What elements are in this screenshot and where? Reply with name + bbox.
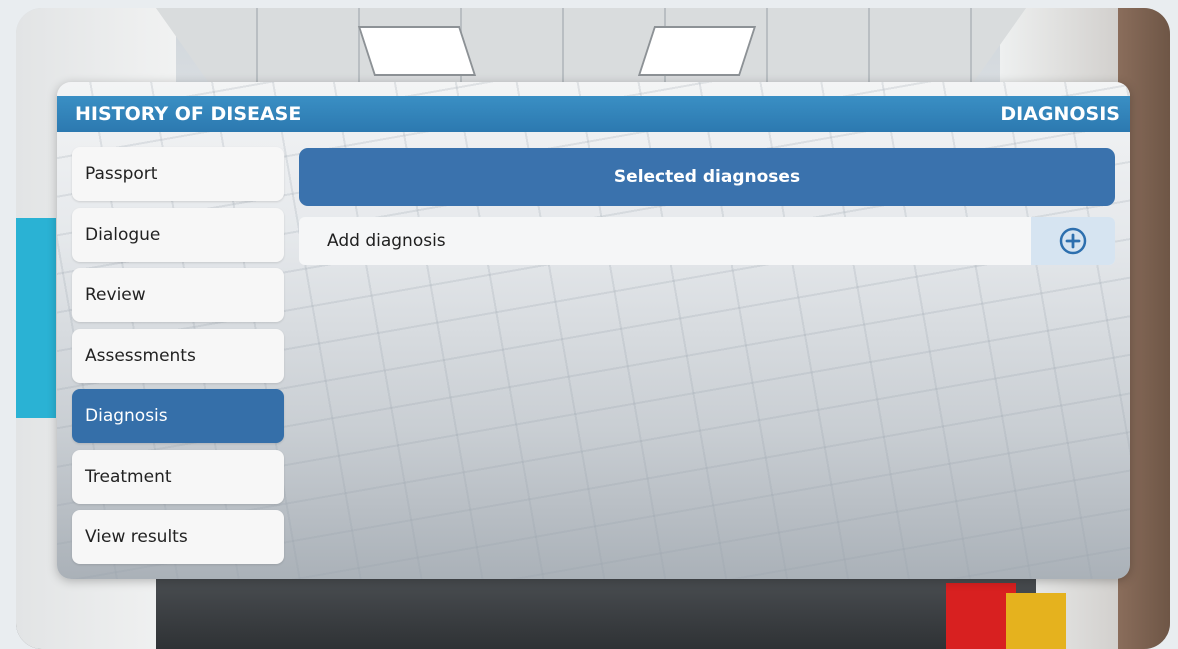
nav-item-label: Review bbox=[85, 285, 146, 305]
nav-item-view-results[interactable]: View results bbox=[72, 510, 284, 564]
side-nav: Passport Dialogue Review Assessments Dia… bbox=[72, 147, 284, 571]
add-diagnosis-label: Add diagnosis bbox=[327, 231, 446, 251]
selected-diagnoses-header: Selected diagnoses bbox=[299, 148, 1115, 206]
history-panel: HISTORY OF DISEASE DIAGNOSIS Passport Di… bbox=[57, 82, 1130, 579]
nav-item-label: Diagnosis bbox=[85, 406, 168, 426]
nav-item-review[interactable]: Review bbox=[72, 268, 284, 322]
plus-circle-icon bbox=[1059, 227, 1087, 255]
nav-item-label: Treatment bbox=[85, 466, 172, 487]
nav-item-diagnosis[interactable]: Diagnosis bbox=[72, 389, 284, 443]
section-title: DIAGNOSIS bbox=[1000, 103, 1120, 125]
panel-title: HISTORY OF DISEASE bbox=[75, 103, 302, 125]
ceiling-light bbox=[637, 26, 757, 76]
add-diagnosis-row[interactable]: Add diagnosis bbox=[299, 217, 1115, 265]
add-diagnosis-button[interactable] bbox=[1031, 217, 1115, 265]
yellow-bin bbox=[1006, 593, 1066, 649]
nav-item-assessments[interactable]: Assessments bbox=[72, 328, 284, 383]
ceiling-light bbox=[357, 26, 477, 76]
nav-item-label: Passport bbox=[85, 164, 158, 184]
nav-item-label: Assessments bbox=[85, 345, 196, 366]
selected-diagnoses-label: Selected diagnoses bbox=[613, 167, 801, 187]
nav-item-dialogue[interactable]: Dialogue bbox=[72, 207, 284, 262]
floor bbox=[156, 568, 1036, 649]
nav-item-label: Dialogue bbox=[85, 224, 161, 245]
nav-item-passport[interactable]: Passport bbox=[72, 147, 284, 201]
nav-item-treatment[interactable]: Treatment bbox=[72, 449, 284, 504]
panel-header: HISTORY OF DISEASE DIAGNOSIS bbox=[57, 96, 1130, 132]
nav-item-label: View results bbox=[85, 527, 188, 547]
curtain bbox=[16, 218, 56, 418]
